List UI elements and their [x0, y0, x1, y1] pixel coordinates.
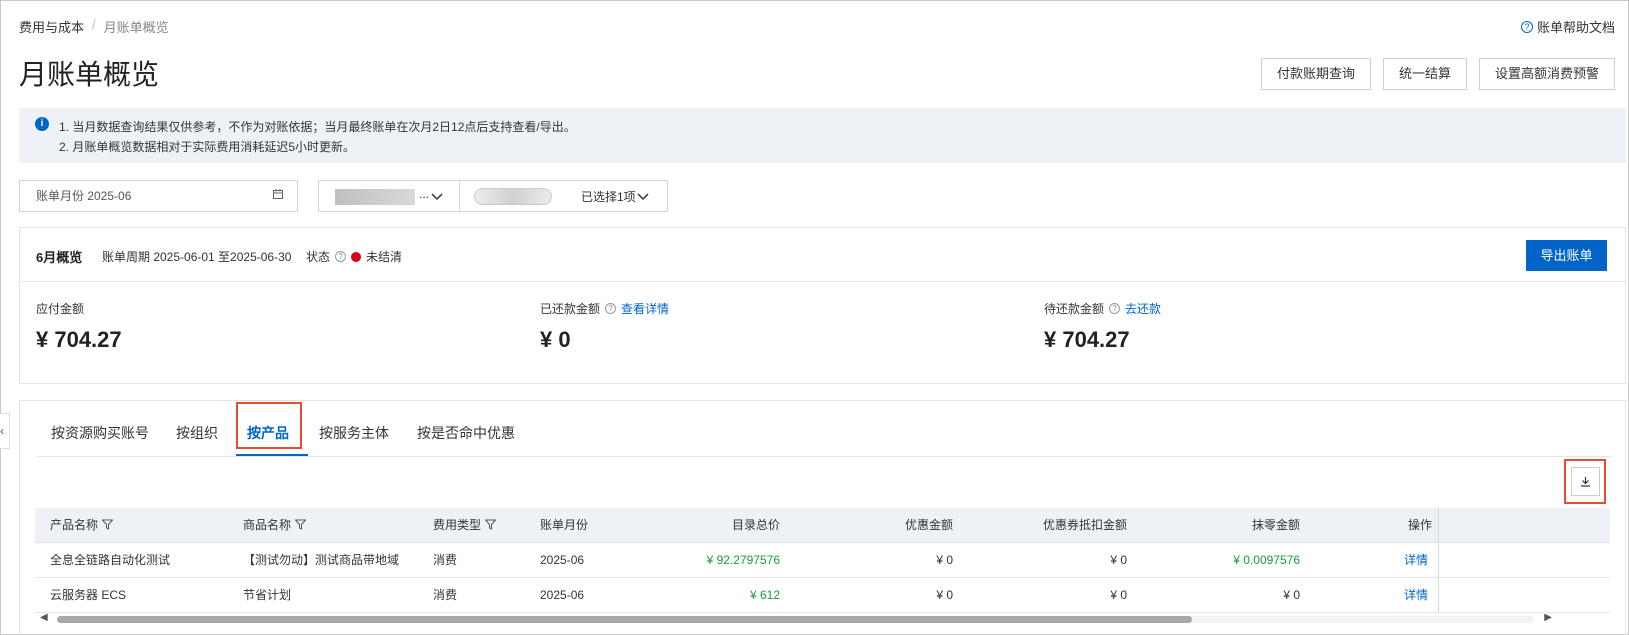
breadcrumb-separator: / [92, 17, 96, 32]
scrollbar-thumb[interactable] [57, 616, 1192, 623]
column-header: 操作 [1408, 518, 1433, 532]
payable-amount: 应付金额 ¥ 704.27 [36, 300, 122, 353]
overview-header: 6月概览 账单周期 2025-06-01 至2025-06-30 状态 ? 未结… [20, 228, 1625, 282]
payment-period-button[interactable]: 付款账期查询 [1260, 58, 1371, 90]
redacted-selection-pill [474, 188, 552, 205]
calendar-icon[interactable] [273, 181, 283, 211]
help-doc-link[interactable]: ? 账单帮助文档 [1520, 17, 1615, 36]
header-label: 商品名称 [243, 518, 292, 532]
question-circle-icon: ? [1520, 20, 1533, 33]
scroll-right-arrow-icon[interactable]: ▶ [1544, 612, 1552, 623]
high-spend-alert-button[interactable]: 设置高额消费预警 [1478, 58, 1615, 90]
chevron-down-icon[interactable] [637, 185, 649, 206]
column-header: 优惠券抵扣金额 [1042, 518, 1127, 532]
fixed-column-divider [1438, 508, 1439, 613]
tab-by-organization[interactable]: 按组织 [176, 423, 218, 443]
notice-line-2: 2. 月账单概览数据相对于实际费用消耗延迟5小时更新。 [59, 140, 356, 154]
top-actions: 付款账期查询 统一结算 设置高额消费预警 [1260, 58, 1615, 90]
column-header: 目录总价 [731, 518, 780, 532]
column-header: 费用类型 [433, 508, 497, 543]
status-label: 状态 [306, 250, 331, 264]
help-doc-label: 账单帮助文档 [1536, 20, 1615, 35]
column-header: 产品名称 [50, 508, 114, 543]
cell-product: 云服务器 ECS [50, 588, 127, 602]
pending-label: 待还款金额 [1044, 302, 1105, 316]
tab-by-account[interactable]: 按资源购买账号 [51, 423, 149, 443]
go-repay-link[interactable]: 去还款 [1125, 300, 1161, 317]
filter-funnel-icon[interactable] [295, 519, 307, 530]
cell-discount: ¥ 0 [936, 588, 953, 602]
view-details-link[interactable]: 查看详情 [621, 300, 669, 317]
horizontal-scrollbar[interactable]: ◀ ▶ [35, 612, 1554, 626]
cell-product: 全息全链路自动化测试 [50, 553, 171, 567]
cell-coupon: ¥ 0 [1110, 553, 1127, 567]
export-bill-button[interactable]: 导出账单 [1526, 240, 1607, 271]
header-label: 费用类型 [433, 518, 482, 532]
combo-divider [459, 181, 460, 211]
cell-discount: ¥ 0 [936, 553, 953, 567]
pending-value: ¥ 704.27 [1044, 327, 1130, 352]
redacted-account-name [335, 189, 415, 205]
header-label: 产品名称 [50, 518, 99, 532]
download-icon[interactable] [1571, 467, 1600, 496]
cell-item: 节省计划 [243, 588, 292, 602]
table-row: 云服务器 ECS 节省计划 消费 2025-06 ¥ 612 ¥ 0 ¥ 0 ¥… [35, 578, 1610, 613]
status-dot-icon [351, 251, 362, 262]
cell-rounding: ¥ 0.0097576 [1233, 553, 1300, 567]
column-header: 商品名称 [243, 508, 307, 543]
bill-period: 账单周期 2025-06-01 至2025-06-30 [102, 250, 292, 264]
payable-value: ¥ 704.27 [36, 327, 122, 352]
highlight-box-tab [236, 402, 302, 449]
cell-month: 2025-06 [540, 553, 585, 567]
bill-status: 状态 ? 未结清 [306, 248, 402, 265]
question-circle-icon[interactable]: ? [605, 303, 617, 314]
payable-label: 应付金额 [36, 302, 85, 316]
unified-settlement-button[interactable]: 统一结算 [1382, 58, 1467, 90]
filter-funnel-icon[interactable] [102, 519, 114, 530]
question-circle-icon[interactable]: ? [1109, 303, 1121, 314]
cell-list-price: ¥ 612 [749, 588, 780, 602]
column-header: 账单月份 [540, 518, 589, 532]
details-link[interactable]: 详情 [1404, 578, 1428, 613]
details-link[interactable]: 详情 [1404, 543, 1428, 578]
cell-item: 【测试勿动】测试商品带地域 [243, 553, 400, 567]
sidebar-collapse-handle[interactable]: ‹ [0, 413, 10, 449]
notice-line-1: 1. 当月数据查询结果仅供参考，不作为对账依据；当月最终账单在次月2日12点后支… [59, 120, 576, 134]
info-icon: i [35, 117, 49, 131]
tab-by-service-entity[interactable]: 按服务主体 [319, 423, 389, 443]
notice-banner: i 1. 当月数据查询结果仅供参考，不作为对账依据；当月最终账单在次月2日12点… [19, 108, 1626, 163]
cell-rounding: ¥ 0 [1283, 588, 1300, 602]
question-circle-icon[interactable]: ? [335, 251, 347, 262]
selected-count: 已选择1项 [581, 190, 636, 204]
product-bill-table: 产品名称 商品名称 费用类型 账单月份 目录总价 优惠金额 优惠券抵扣金额 抹零… [35, 508, 1610, 613]
active-tab-indicator [236, 454, 308, 456]
breadcrumb-root[interactable]: 费用与成本 [19, 17, 84, 36]
cell-month: 2025-06 [540, 588, 585, 602]
cell-coupon: ¥ 0 [1110, 588, 1127, 602]
bill-month-picker[interactable]: 账单月份 2025-06 [19, 180, 298, 212]
cell-fee-type: 消费 [433, 553, 458, 567]
paid-amount: 已还款金额 ? 查看详情 ¥ 0 [540, 300, 669, 353]
table-row: 全息全链路自动化测试 【测试勿动】测试商品带地域 消费 2025-06 ¥ 92… [35, 543, 1610, 578]
cell-fee-type: 消费 [433, 588, 458, 602]
chevron-down-icon[interactable] [427, 185, 447, 206]
cell-list-price: ¥ 92.2797576 [706, 553, 780, 567]
breadcrumb: 费用与成本 / 月账单概览 [19, 17, 169, 36]
status-value: 未结清 [366, 250, 403, 264]
breadcrumb-current: 月账单概览 [103, 20, 169, 35]
account-filter-combo[interactable]: ... 已选择1项 [318, 180, 668, 212]
paid-value: ¥ 0 [540, 327, 571, 352]
scroll-left-arrow-icon[interactable]: ◀ [40, 612, 48, 623]
table-header: 产品名称 商品名称 费用类型 账单月份 目录总价 优惠金额 优惠券抵扣金额 抹零… [35, 508, 1610, 543]
month-overview-card: 6月概览 账单周期 2025-06-01 至2025-06-30 状态 ? 未结… [19, 227, 1626, 384]
overview-title: 6月概览 [36, 250, 83, 265]
page-title: 月账单概览 [19, 59, 160, 90]
filter-funnel-icon[interactable] [485, 519, 497, 530]
pending-amount: 待还款金额 ? 去还款 ¥ 704.27 [1044, 300, 1161, 353]
paid-label: 已还款金额 [540, 302, 601, 316]
tab-by-discount-hit[interactable]: 按是否命中优惠 [417, 423, 515, 443]
column-header: 抹零金额 [1251, 518, 1300, 532]
column-header: 优惠金额 [904, 518, 953, 532]
bill-month-value: 账单月份 2025-06 [36, 189, 132, 203]
